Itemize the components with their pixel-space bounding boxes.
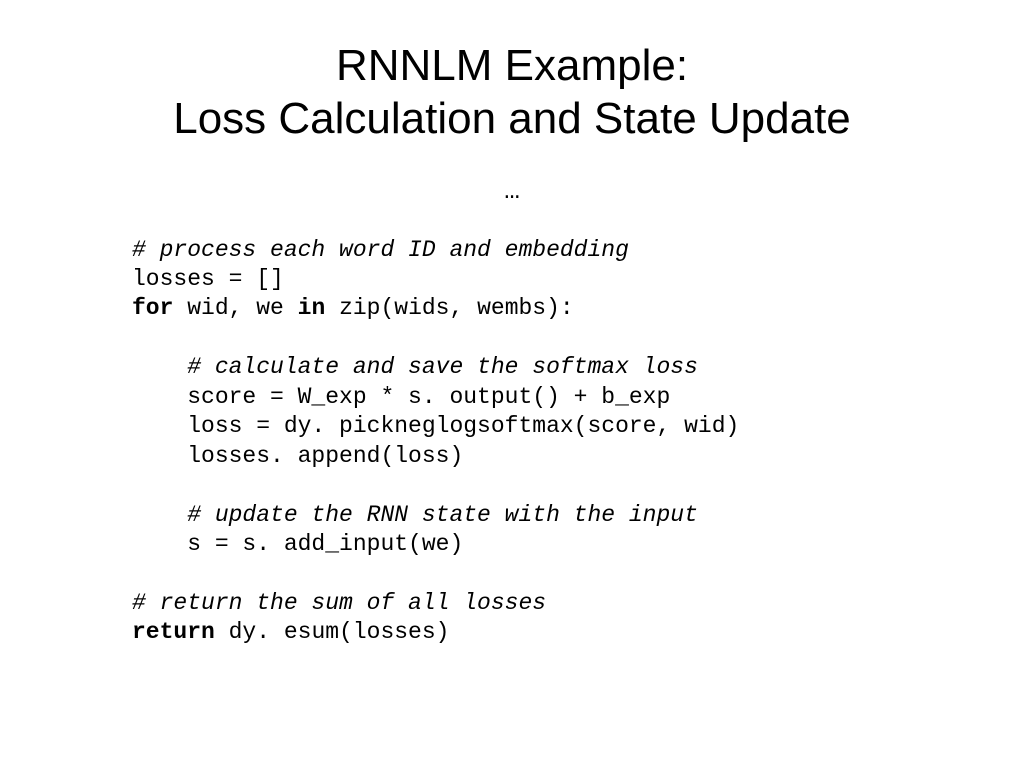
slide-title: RNNLM Example: Loss Calculation and Stat… [0,40,1024,146]
title-line-2: Loss Calculation and State Update [173,94,851,143]
code-line-3-mid: wid, we [173,295,297,321]
code-line-2: losses = [] [132,266,284,292]
code-comment-3: # update the RNN state with the input [132,502,698,528]
code-block: # process each word ID and embedding los… [0,236,1024,648]
code-line-5: score = W_exp * s. output() + b_exp [132,384,670,410]
code-keyword-in: in [298,295,326,321]
code-comment-4: # return the sum of all losses [132,590,546,616]
code-line-9: s = s. add_input(we) [132,531,463,557]
title-line-1: RNNLM Example: [336,41,688,90]
code-comment-2: # calculate and save the softmax loss [132,354,698,380]
code-keyword-return: return [132,619,215,645]
code-line-3-end: zip(wids, wembs): [325,295,573,321]
code-comment-1: # process each word ID and embedding [132,237,629,263]
code-line-6: loss = dy. pickneglogsoftmax(score, wid) [132,413,739,439]
code-line-7: losses. append(loss) [132,443,463,469]
ellipsis: … [0,176,1024,206]
code-line-11-end: dy. esum(losses) [215,619,450,645]
code-keyword-for: for [132,295,173,321]
